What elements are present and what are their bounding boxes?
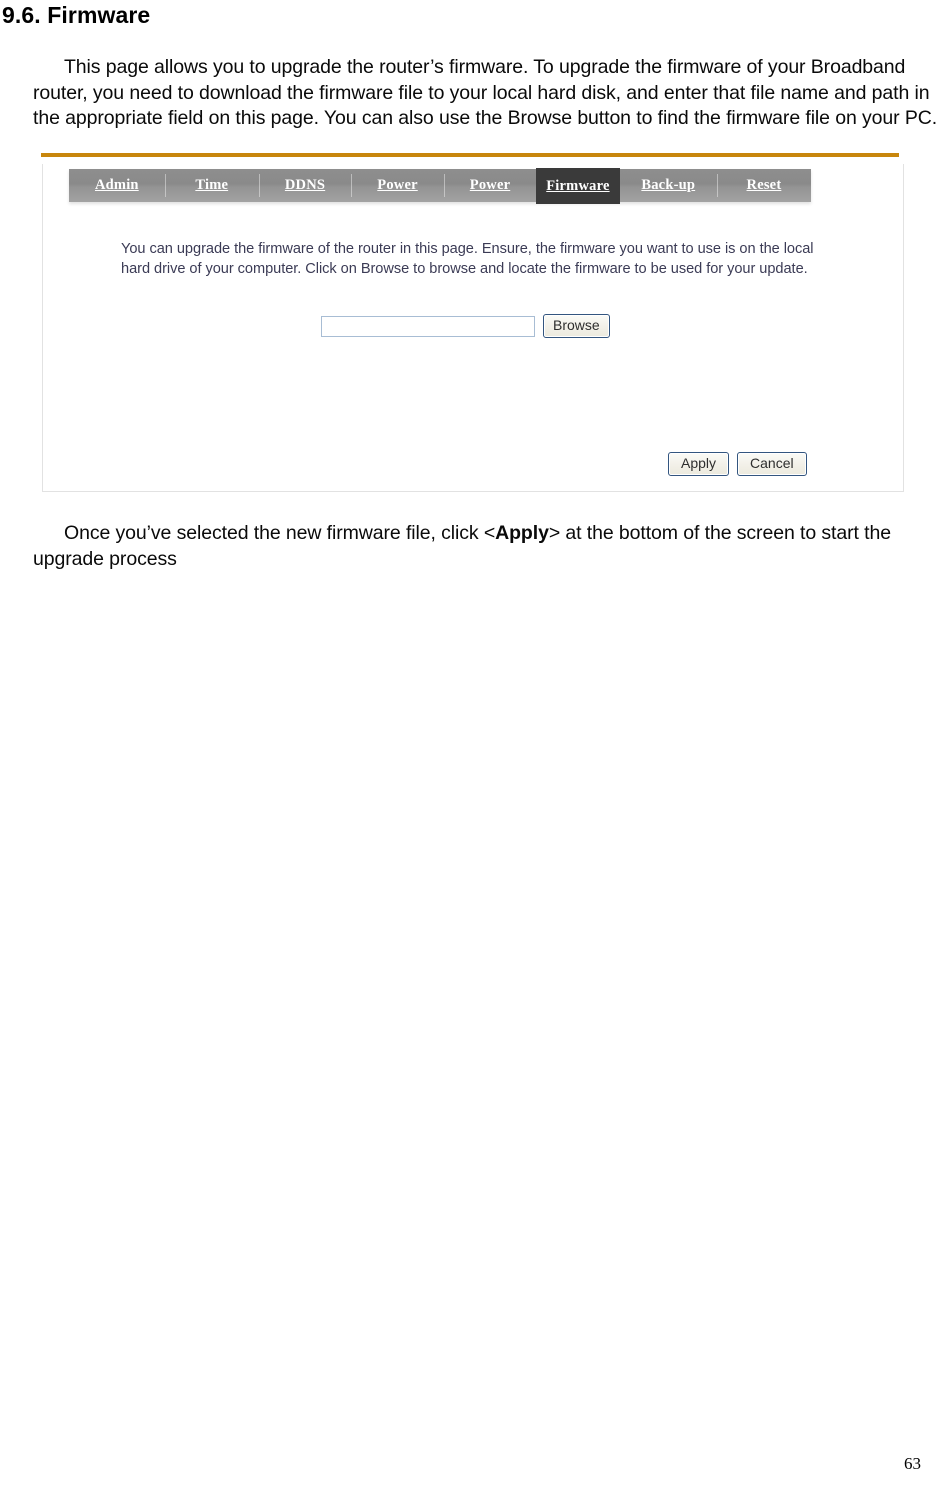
tab-time-label: Time <box>195 177 229 193</box>
gold-divider-rule <box>41 153 899 157</box>
tab-ddns-label: DDNS <box>284 177 326 193</box>
closing-paragraph-part1: Once you’ve selected the new firmware fi… <box>64 522 496 544</box>
tab-power-2-label: Power <box>469 177 511 193</box>
cancel-button[interactable]: Cancel <box>737 452 807 476</box>
firmware-action-row: Apply Cancel <box>668 452 807 476</box>
tab-back-up-label: Back-up <box>641 177 696 193</box>
firmware-description-text: You can upgrade the firmware of the rout… <box>121 241 814 277</box>
tab-admin[interactable]: Admin <box>69 169 165 202</box>
tab-reset[interactable]: Reset <box>716 169 811 202</box>
firmware-upload-row: Browse <box>321 314 610 338</box>
apply-button[interactable]: Apply <box>668 452 730 476</box>
tab-time[interactable]: Time <box>164 169 259 202</box>
closing-paragraph-apply-emphasis: Apply <box>495 522 549 544</box>
router-ui-screenshot: Admin Time DDNS Power Power Firmware Bac… <box>42 164 904 492</box>
page-title: 9.6. Firmware <box>2 2 151 28</box>
tab-reset-label: Reset <box>746 177 782 193</box>
tab-ddns[interactable]: DDNS <box>258 169 351 202</box>
tab-firmware[interactable]: Firmware <box>536 168 620 204</box>
tab-power-1[interactable]: Power <box>351 169 443 202</box>
tab-power-2[interactable]: Power <box>443 169 536 202</box>
page-number: 63 <box>904 1454 921 1473</box>
manual-page: 9.6. Firmware This page allows you to up… <box>0 0 945 1492</box>
intro-paragraph: This page allows you to upgrade the rout… <box>33 56 938 129</box>
browse-button[interactable]: Browse <box>543 314 610 338</box>
tab-power-1-label: Power <box>377 177 418 193</box>
tab-back-up[interactable]: Back-up <box>620 169 717 202</box>
firmware-file-input[interactable] <box>321 315 535 337</box>
tab-firmware-label: Firmware <box>546 177 610 194</box>
tab-admin-label: Admin <box>94 177 139 193</box>
router-tab-bar: Admin Time DDNS Power Power Firmware Bac… <box>69 168 811 204</box>
closing-paragraph: Once you’ve selected the new firmware fi… <box>33 521 945 572</box>
